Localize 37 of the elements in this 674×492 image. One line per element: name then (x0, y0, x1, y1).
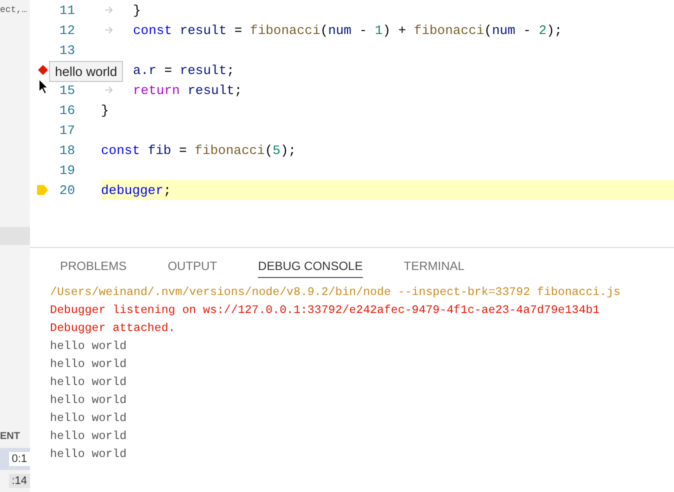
code-line: const fib = fibonacci(5); (101, 142, 298, 160)
line-number: 19 (58, 162, 75, 178)
panel-tab[interactable]: DEBUG CONSOLE (258, 254, 363, 278)
panel-tab[interactable]: TERMINAL (404, 254, 464, 278)
line-number: 12 (58, 22, 75, 38)
console-line: hello world (50, 393, 128, 409)
line-number: 18 (58, 142, 75, 158)
console-line: hello world (50, 447, 128, 463)
console-line: hello world (50, 357, 128, 373)
console-line: hello world (50, 429, 128, 445)
panel-tab[interactable]: OUTPUT (168, 254, 218, 278)
code-line: const result = fibonacci(num - 1) + fibonacci(num - 2); (101, 20, 674, 40)
line-number: 17 (58, 122, 75, 138)
console-line: hello world (50, 375, 128, 391)
line-number: 16 (58, 102, 75, 118)
console-line: hello world (50, 411, 128, 427)
console-line: Debugger listening on ws://127.0.0.1:33792/e242afec-9479-4f1c-ae23-4a7d79e134b1 (50, 303, 601, 319)
code-line: return result; (101, 80, 674, 100)
console-line: hello world (50, 339, 128, 355)
line-number: 13 (58, 42, 75, 58)
mouse-pointer-icon (38, 78, 49, 95)
sidebar-item[interactable]: 0:1 (0, 448, 30, 470)
line-number: 15 (58, 82, 75, 98)
console-line: Debugger attached. (50, 321, 176, 337)
sidebar-bar (0, 227, 30, 245)
logpoint-diamond-icon[interactable] (38, 65, 48, 75)
code-line: } (101, 0, 674, 20)
code-line: a.r = result; (133, 62, 236, 80)
line-number: 20 (58, 182, 75, 198)
sidebar-item[interactable]: :14 (0, 470, 30, 492)
sidebar-text: ect,… (0, 5, 28, 15)
hover-tooltip: hello world (49, 61, 124, 82)
line-number: 11 (58, 2, 75, 18)
panel-tab[interactable]: PROBLEMS (60, 254, 127, 278)
code-line: } (101, 102, 110, 120)
section-label: ENT (0, 430, 20, 444)
console-line: /Users/weinand/.nvm/versions/node/v8.9.2/bin/node --inspect-brk=33792 fibonacci.js (50, 285, 622, 301)
